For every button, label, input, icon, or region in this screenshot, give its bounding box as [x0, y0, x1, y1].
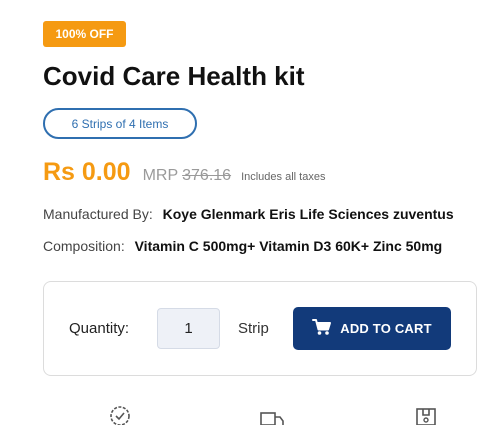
add-to-cart-label: ADD TO CART	[340, 321, 432, 336]
composition-label: Composition:	[43, 238, 125, 254]
product-title: Covid Care Health kit	[43, 61, 305, 91]
package-box-icon	[412, 404, 440, 425]
mrp-value: 376.16	[182, 167, 232, 184]
cart-icon	[312, 318, 332, 339]
unit-label: Strip	[238, 320, 269, 337]
add-to-cart-button[interactable]: ADD TO CART	[293, 307, 451, 350]
manufacturer-value: Koye Glenmark Eris Life Sciences zuventu…	[162, 206, 454, 222]
delivery-truck-icon	[258, 404, 286, 425]
price-row: Rs 0.00 MRP 376.16 Includes all taxes	[43, 158, 325, 190]
mrp-label: MRP	[142, 167, 179, 184]
price: Rs 0.00	[43, 158, 131, 186]
manufacturer-label: Manufactured By:	[43, 206, 153, 222]
pack-option-pill[interactable]: 6 Strips of 4 Items	[43, 108, 197, 139]
composition-row: Composition: Vitamin C 500mg+ Vitamin D3…	[43, 238, 480, 254]
discount-badge: 100% OFF	[43, 21, 126, 47]
tax-note: Includes all taxes	[241, 171, 326, 183]
add-to-cart-panel: Quantity: Strip ADD TO CART	[43, 281, 477, 376]
quantity-input[interactable]	[157, 308, 220, 349]
quantity-label: Quantity:	[69, 320, 130, 337]
manufacturer-row: Manufactured By: Koye Glenmark Eris Life…	[43, 206, 480, 222]
verified-quality-icon	[106, 404, 134, 425]
composition-value: Vitamin C 500mg+ Vitamin D3 60K+ Zinc 50…	[134, 238, 443, 254]
